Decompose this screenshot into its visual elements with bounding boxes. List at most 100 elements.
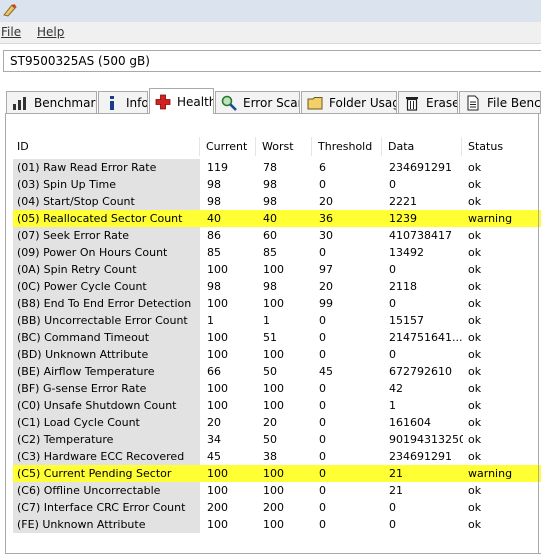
table-row[interactable]: (04) Start/Stop Count 98 98 20 2221 ok [13,193,541,210]
cell-current: 100 [207,263,228,276]
table-row[interactable]: (07) Seek Error Rate 86 60 30 410738417 ok [13,227,541,244]
cell-status: ok [468,365,482,378]
cell-status: ok [468,178,482,191]
benchmark-icon [13,97,26,110]
cell-data: 21 [389,484,403,497]
cell-threshold: 0 [319,331,326,344]
menu-file-label: File [1,25,22,39]
header-status[interactable]: Status [464,137,541,156]
menu-file[interactable]: File [1,25,21,39]
cell-status: ok [468,314,482,327]
cell-id: (BB) Uncorrectable Error Count [13,312,200,329]
table-row[interactable]: (0C) Power Cycle Count 98 98 20 2118 ok [13,278,541,295]
table-row[interactable]: (0A) Spin Retry Count 100 100 97 0 ok [13,261,541,278]
cell-threshold: 0 [319,518,326,531]
header-current[interactable]: Current [202,137,256,156]
cell-current: 86 [207,229,221,242]
tab-info[interactable]: Info [98,91,148,113]
header-data[interactable]: Data [384,137,462,156]
header-id[interactable]: ID [13,137,200,156]
tab-error-scan[interactable]: Error Scan [215,91,300,113]
header-threshold[interactable]: Threshold [314,137,382,156]
cell-threshold: 30 [319,229,333,242]
tab-strip: Benchmark Info Health Error Scan Folder … [0,88,541,114]
tab-health[interactable]: Health [149,88,214,114]
magnifier-icon [221,95,237,111]
info-icon [110,96,114,110]
table-row[interactable]: (09) Power On Hours Count 85 85 0 13492 ok [13,244,541,261]
header-worst[interactable]: Worst [258,137,312,156]
table-row[interactable]: (B8) End To End Error Detection 100 100 99 0… [13,295,541,312]
cell-data: 214751641... [389,331,463,344]
tab-folder-usage[interactable]: Folder Usage [301,91,397,113]
list-header: ID Current Worst Threshold Data Status [13,137,541,157]
cell-id: (BF) G-sense Error Rate [13,380,200,397]
cell-threshold: 0 [319,348,326,361]
cell-current: 34 [207,433,221,446]
health-cross-icon [155,94,171,110]
cell-data: 161604 [389,416,431,429]
cell-current: 100 [207,467,228,480]
cell-current: 66 [207,365,221,378]
cell-data: 672792610 [389,365,452,378]
tab-file-benchmark[interactable]: File Benchmark [459,91,541,113]
table-row[interactable]: (BB) Uncorrectable Error Count 1 1 0 15157 ok [13,312,541,329]
cell-worst: 51 [263,331,277,344]
table-row[interactable]: (BF) G-sense Error Rate 100 100 0 42 ok [13,380,541,397]
table-row[interactable]: (BC) Command Timeout 100 51 0 214751641... ok [13,329,541,346]
cell-threshold: 6 [319,161,326,174]
cell-threshold: 20 [319,195,333,208]
cell-worst: 1 [263,314,270,327]
cell-id: (C6) Offline Uncorrectable [13,482,200,499]
cell-threshold: 0 [319,467,326,480]
cell-worst: 100 [263,348,284,361]
cell-id: (C1) Load Cycle Count [13,414,200,431]
cell-status: warning [468,467,513,480]
cell-data: 0 [389,348,396,361]
cell-data: 234691291 [389,450,452,463]
cell-worst: 100 [263,382,284,395]
cell-worst: 100 [263,484,284,497]
menu-help[interactable]: Help [37,25,64,39]
cell-current: 100 [207,518,228,531]
table-row[interactable]: (C5) Current Pending Sector 100 100 0 21 warn… [13,465,541,482]
table-row[interactable]: (C3) Hardware ECC Recovered 45 38 0 23469129… [13,448,541,465]
smart-attributes-list[interactable]: ID Current Worst Threshold Data Status (… [13,137,541,537]
cell-id: (03) Spin Up Time [13,176,200,193]
cell-status: ok [468,518,482,531]
cell-status: ok [468,229,482,242]
table-row[interactable]: (C0) Unsafe Shutdown Count 100 100 0 1 ok [13,397,541,414]
cell-threshold: 97 [319,263,333,276]
cell-current: 1 [207,314,214,327]
cell-worst: 60 [263,229,277,242]
cell-current: 98 [207,280,221,293]
cell-worst: 40 [263,212,277,225]
table-row[interactable]: (BD) Unknown Attribute 100 100 0 0 ok [13,346,541,363]
cell-data: 2118 [389,280,417,293]
table-row[interactable]: (C1) Load Cycle Count 20 20 0 161604 ok [13,414,541,431]
cell-id: (01) Raw Read Error Rate [13,159,200,176]
tab-benchmark[interactable]: Benchmark [6,91,97,113]
table-row[interactable]: (03) Spin Up Time 98 98 0 0 ok [13,176,541,193]
drive-select[interactable]: ST9500325AS (500 gB) [3,50,541,72]
table-row[interactable]: (01) Raw Read Error Rate 119 78 6 234691291 o… [13,159,541,176]
cell-status: ok [468,297,482,310]
tab-info-label: Info [126,96,148,110]
tab-folder-usage-label: Folder Usage [329,96,396,110]
cell-status: ok [468,484,482,497]
menu-divider [0,43,541,44]
table-row[interactable]: (C2) Temperature 34 50 0 90194313250 ok [13,431,541,448]
table-row[interactable]: (C7) Interface CRC Error Count 200 200 0 0 ok [13,499,541,516]
tab-erase[interactable]: Erase [398,91,458,113]
table-row[interactable]: (C6) Offline Uncorrectable 100 100 0 21 ok [13,482,541,499]
cell-data: 410738417 [389,229,452,242]
cell-status: ok [468,501,482,514]
table-row[interactable]: (BE) Airflow Temperature 66 50 45 672792610 o… [13,363,541,380]
tab-erase-label: Erase [426,96,458,110]
trash-icon [406,97,418,111]
table-row[interactable]: (05) Reallocated Sector Count 40 40 36 1239 w… [13,210,541,227]
table-row[interactable]: (FE) Unknown Attribute 100 100 0 0 ok [13,516,541,533]
cell-data: 21 [389,467,403,480]
menu-help-label: Help [37,25,65,39]
cell-current: 98 [207,178,221,191]
